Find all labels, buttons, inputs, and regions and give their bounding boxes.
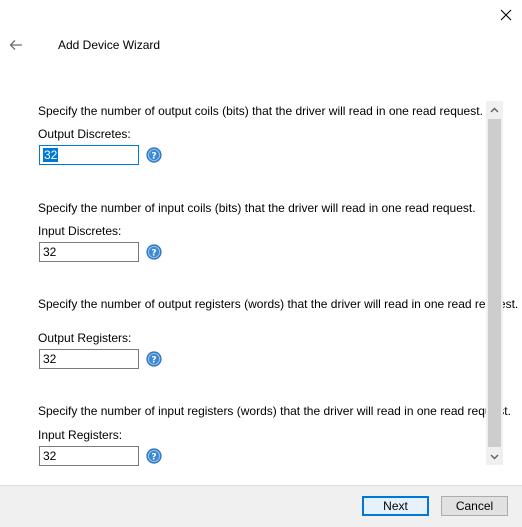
- help-icon[interactable]: ?: [146, 448, 162, 464]
- output-discretes-label: Output Discretes:: [38, 127, 131, 141]
- input-registers-label: Input Registers:: [38, 428, 123, 442]
- close-button[interactable]: [490, 0, 522, 30]
- input-registers-description: Specify the number of input registers (w…: [38, 404, 511, 418]
- help-icon[interactable]: ?: [146, 147, 162, 163]
- svg-text:?: ?: [151, 152, 156, 162]
- back-button[interactable]: [5, 34, 27, 56]
- scroll-up-button[interactable]: [486, 101, 503, 118]
- output-registers-input[interactable]: [40, 350, 137, 368]
- output-registers-description: Specify the number of output registers (…: [38, 297, 519, 311]
- output-registers-field[interactable]: [39, 349, 139, 369]
- svg-text:?: ?: [151, 249, 156, 259]
- output-discretes-field[interactable]: 32: [39, 145, 139, 165]
- wizard-footer: Next Cancel: [0, 485, 522, 527]
- vertical-scrollbar[interactable]: [486, 101, 503, 465]
- scrollbar-thumb[interactable]: [488, 119, 501, 447]
- chevron-down-icon: [490, 454, 499, 459]
- window-title: Add Device Wizard: [58, 38, 161, 52]
- help-icon[interactable]: ?: [146, 351, 162, 367]
- cancel-button[interactable]: Cancel: [441, 496, 508, 516]
- close-icon: [500, 9, 512, 21]
- svg-text:?: ?: [151, 453, 156, 463]
- input-discretes-label: Input Discretes:: [38, 224, 122, 238]
- input-discretes-field[interactable]: [39, 242, 139, 262]
- output-registers-label: Output Registers:: [38, 331, 132, 345]
- svg-text:?: ?: [151, 356, 156, 366]
- help-icon[interactable]: ?: [146, 244, 162, 260]
- output-discretes-value: 32: [43, 148, 59, 162]
- back-arrow-icon: [9, 40, 22, 50]
- scroll-down-button[interactable]: [486, 448, 503, 465]
- output-discretes-description: Specify the number of output coils (bits…: [38, 104, 483, 118]
- input-discretes-description: Specify the number of input coils (bits)…: [38, 201, 476, 215]
- input-registers-input[interactable]: [40, 447, 137, 465]
- chevron-up-icon: [490, 107, 499, 112]
- input-discretes-input[interactable]: [40, 243, 137, 261]
- next-button[interactable]: Next: [362, 496, 429, 516]
- input-registers-field[interactable]: [39, 446, 139, 466]
